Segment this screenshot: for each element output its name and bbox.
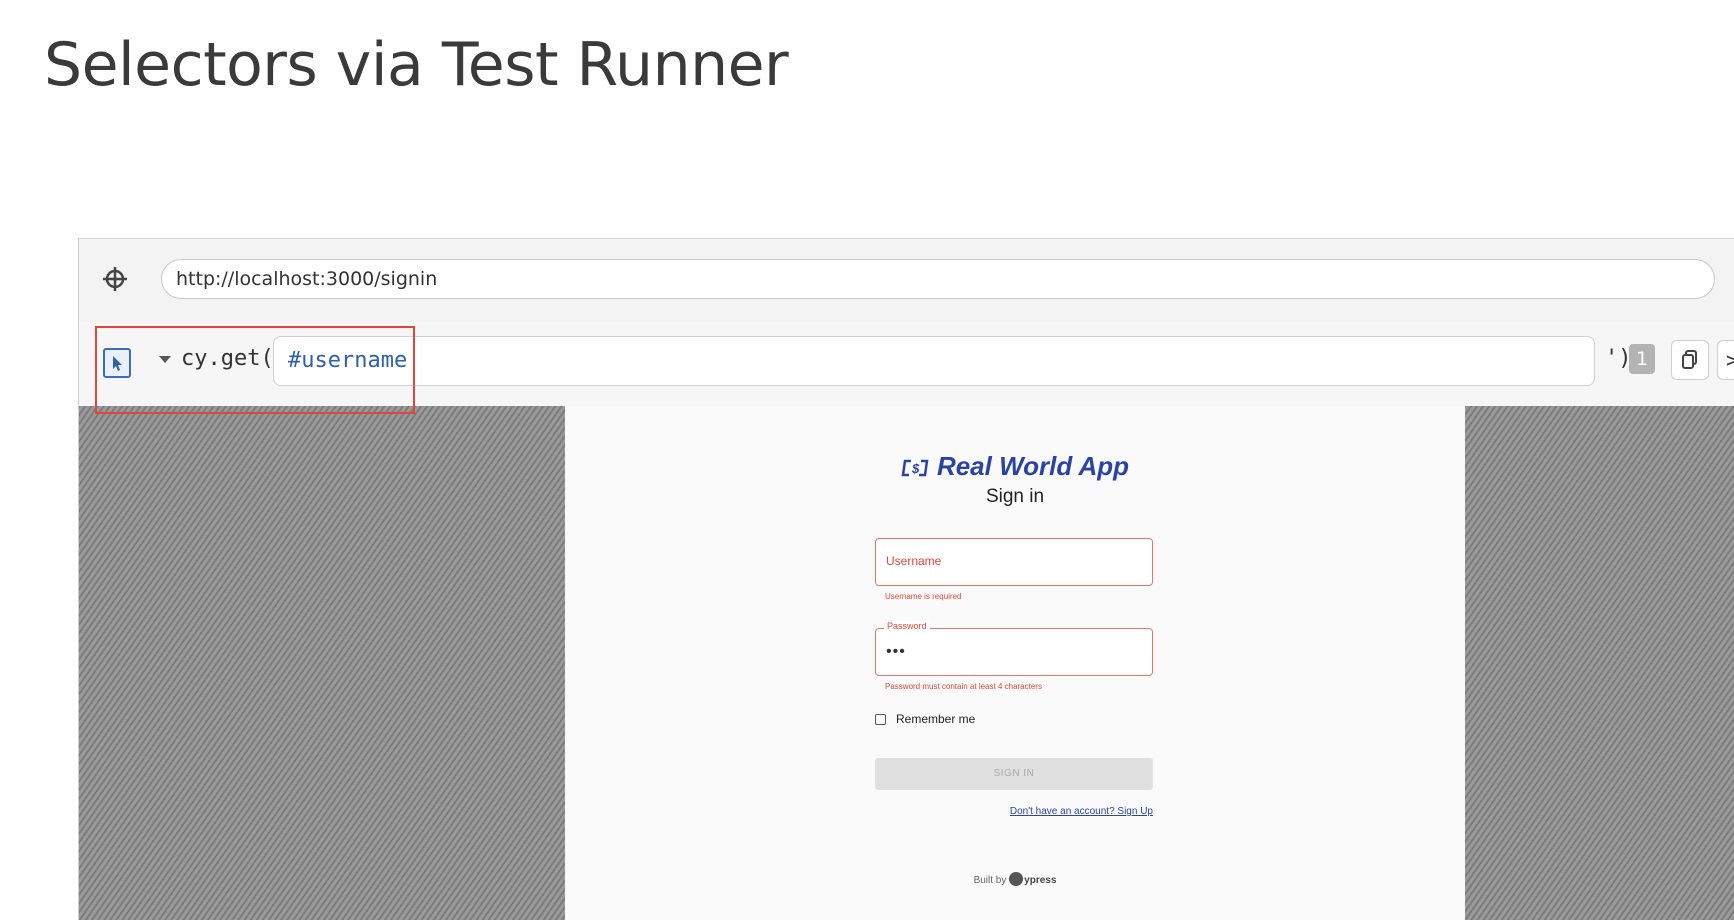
selector-playground-bar: cy.get(' #username ') 1 > <box>79 322 1734 414</box>
username-error: Username is required <box>885 592 962 601</box>
app-logo-text: Real World App <box>936 451 1130 481</box>
command-prefix: cy.get(' <box>181 346 287 371</box>
test-runner: http://localhost:3000/signin cy.get(' #u… <box>78 238 1734 920</box>
sign-up-link[interactable]: Don't have an account? Sign Up <box>875 806 1153 817</box>
username-field[interactable]: Username <box>875 538 1153 586</box>
url-field[interactable]: http://localhost:3000/signin <box>161 259 1715 299</box>
copy-icon[interactable] <box>1671 340 1709 380</box>
cypress-logo-icon[interactable] <box>1009 872 1024 886</box>
svg-text:$: $ <box>911 461 920 476</box>
chevron-down-icon[interactable] <box>159 356 171 363</box>
app-logo: $ Real World App <box>565 451 1465 482</box>
aut-viewport: $ Real World App Sign in Username Userna… <box>79 406 1734 920</box>
logo-icon: $ <box>901 459 929 477</box>
app-frame: $ Real World App Sign in Username Userna… <box>565 406 1465 920</box>
password-value: ••• <box>886 643 906 660</box>
password-error: Password must contain at least 4 charact… <box>885 682 1042 691</box>
remember-me-label: Remember me <box>896 712 976 726</box>
checkbox-icon[interactable] <box>875 713 886 725</box>
password-label: Password <box>884 621 930 631</box>
url-bar: http://localhost:3000/signin <box>79 238 1734 324</box>
cursor-pointer-icon[interactable] <box>103 348 131 378</box>
crosshair-icon[interactable] <box>101 265 129 293</box>
username-placeholder: Username <box>886 554 942 568</box>
slide-title: Selectors via Test Runner <box>44 30 789 100</box>
footer-prefix: Built by <box>973 875 1007 886</box>
sign-in-button[interactable]: SIGN IN <box>875 758 1153 790</box>
print-to-console-icon[interactable]: > <box>1717 340 1734 380</box>
page-title: Sign in <box>985 486 1045 507</box>
command-suffix: ') <box>1605 346 1632 371</box>
remember-me-checkbox[interactable]: Remember me <box>875 712 975 726</box>
footer: Built by ypress <box>565 872 1465 886</box>
selector-input[interactable]: #username <box>273 336 1595 386</box>
password-field[interactable]: Password ••• <box>875 621 1153 676</box>
footer-brand[interactable]: ypress <box>1024 875 1056 886</box>
match-count-badge: 1 <box>1629 344 1655 374</box>
